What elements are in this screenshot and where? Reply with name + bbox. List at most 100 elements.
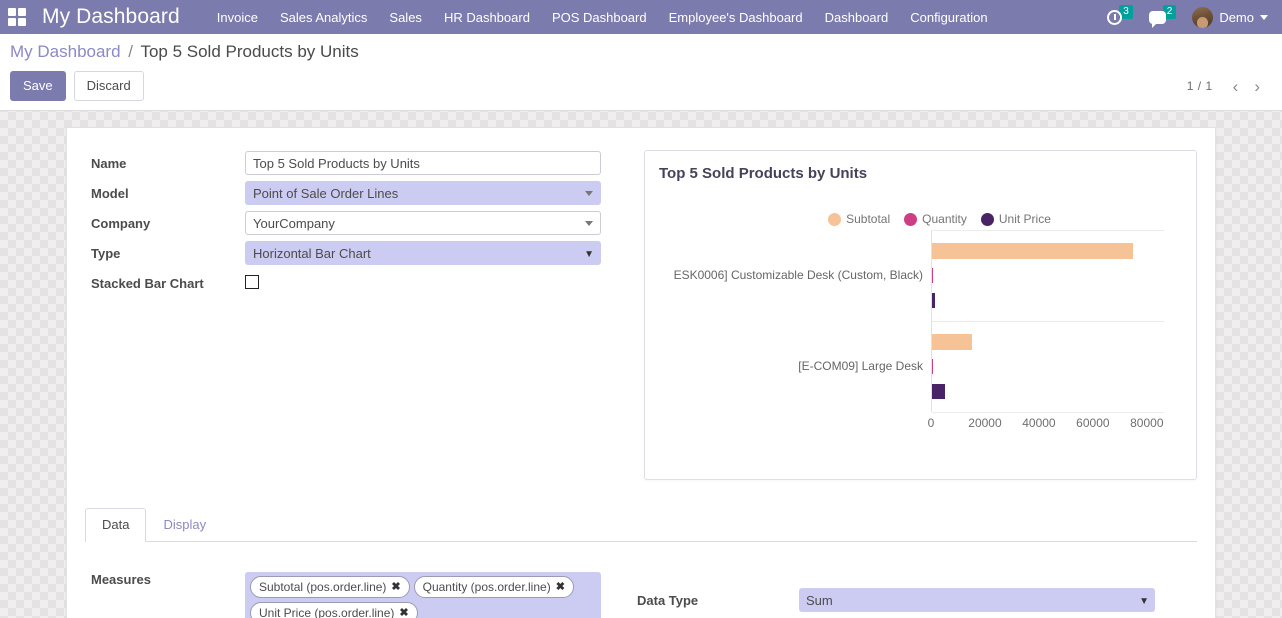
field-row-type: Type Horizontal Bar Chart ▼: [85, 240, 630, 266]
legend-item-unit-price[interactable]: Unit Price: [981, 212, 1051, 226]
field-row-model: Model Point of Sale Order Lines: [85, 180, 630, 206]
company-field-wrap: YourCompany: [245, 211, 601, 235]
data-type-select[interactable]: Sum ▼: [799, 588, 1155, 612]
breadcrumb-root[interactable]: My Dashboard: [10, 42, 121, 61]
measure-tag[interactable]: Quantity (pos.order.line) ✖: [414, 576, 574, 598]
stacked-bar-chart-label: Stacked Bar Chart: [85, 276, 245, 291]
model-field-wrap: Point of Sale Order Lines: [245, 181, 601, 205]
legend-label: Unit Price: [999, 212, 1051, 226]
breadcrumb: My Dashboard / Top 5 Sold Products by Un…: [10, 41, 1266, 63]
field-row-name: Name: [85, 150, 630, 176]
tab-display[interactable]: Display: [146, 508, 223, 542]
discard-button[interactable]: Discard: [74, 71, 144, 101]
chart-gridline: [932, 321, 1164, 322]
avatar: [1192, 7, 1213, 28]
legend-item-subtotal[interactable]: Subtotal: [828, 212, 890, 226]
x-axis-tick-label: 0: [928, 416, 935, 430]
clock-icon: [1107, 10, 1122, 25]
chart-bar: [932, 384, 945, 399]
legend-color-swatch: [904, 213, 917, 226]
menu-item-pos-dashboard[interactable]: POS Dashboard: [541, 2, 658, 33]
chart-bar: [932, 243, 1133, 258]
apps-grid-cell: [8, 18, 16, 26]
user-menu[interactable]: Demo: [1192, 7, 1268, 28]
measures-label: Measures: [85, 572, 245, 618]
chart-x-axis: 0 20000 40000 60000 80000: [931, 416, 1164, 436]
menu-item-employees-dashboard[interactable]: Employee's Dashboard: [658, 2, 814, 33]
brand-title[interactable]: My Dashboard: [42, 5, 180, 29]
company-select-value: YourCompany: [253, 216, 335, 231]
chart-bar: [932, 359, 933, 374]
category-label: [E-COM09] Large Desk: [798, 359, 923, 373]
name-field-wrap: [245, 151, 601, 175]
chart-bar: [932, 268, 933, 283]
company-select[interactable]: YourCompany: [245, 211, 601, 235]
pager-previous-button[interactable]: ‹: [1227, 78, 1245, 95]
chevron-down-icon: ▼: [584, 250, 594, 260]
breadcrumb-current: Top 5 Sold Products by Units: [140, 42, 358, 61]
apps-grid-cell: [18, 18, 26, 26]
stacked-field-wrap: [245, 275, 601, 292]
measure-tag-label: Subtotal (pos.order.line): [259, 578, 386, 596]
legend-label: Subtotal: [846, 212, 890, 226]
menu-item-configuration[interactable]: Configuration: [899, 2, 998, 33]
activities-menu[interactable]: 3: [1107, 10, 1133, 25]
menu-item-sales-analytics[interactable]: Sales Analytics: [269, 2, 378, 33]
tab-data[interactable]: Data: [85, 508, 146, 542]
tab-panel-data: Measures Subtotal (pos.order.line) ✖ Qua…: [85, 542, 1197, 618]
data-type-label: Data Type: [637, 593, 799, 608]
type-label: Type: [85, 246, 245, 261]
model-select[interactable]: Point of Sale Order Lines: [245, 181, 601, 205]
chart-card: Top 5 Sold Products by Units Subtotal Qu…: [644, 150, 1197, 480]
chart-category-labels: ESK0006] Customizable Desk (Custom, Blac…: [659, 230, 927, 412]
x-axis-tick-label: 80000: [1130, 416, 1163, 430]
remove-icon[interactable]: ✖: [399, 605, 408, 618]
chevron-down-icon: [585, 221, 593, 226]
form-fields-column: Name Model Point of Sale Order Lines: [85, 150, 630, 480]
legend-item-quantity[interactable]: Quantity: [904, 212, 967, 226]
data-type-group: Data Type Sum ▼: [637, 572, 1155, 618]
legend-label: Quantity: [922, 212, 967, 226]
measure-tag[interactable]: Subtotal (pos.order.line) ✖: [250, 576, 410, 598]
sheet-top-section: Name Model Point of Sale Order Lines: [67, 150, 1215, 480]
remove-icon[interactable]: ✖: [556, 579, 565, 596]
breadcrumb-separator: /: [128, 42, 133, 61]
apps-grid-icon[interactable]: [6, 6, 28, 28]
menu-item-hr-dashboard[interactable]: HR Dashboard: [433, 2, 541, 33]
control-panel: My Dashboard / Top 5 Sold Products by Un…: [0, 34, 1282, 111]
chart-plot: ESK0006] Customizable Desk (Custom, Blac…: [659, 230, 1180, 436]
notebook: Data Display Measures Subtotal (pos.orde…: [67, 508, 1215, 618]
apps-grid-cell: [18, 8, 26, 16]
chart-bar: [932, 293, 935, 308]
pager-next-button[interactable]: ›: [1248, 78, 1266, 95]
menu-item-invoice[interactable]: Invoice: [206, 2, 269, 33]
company-label: Company: [85, 216, 245, 231]
messaging-menu[interactable]: 2: [1149, 11, 1177, 24]
save-button[interactable]: Save: [10, 71, 66, 101]
chart-legend: Subtotal Quantity Unit Price: [699, 212, 1180, 226]
stacked-bar-chart-checkbox[interactable]: [245, 275, 259, 289]
name-input[interactable]: [245, 151, 601, 175]
measures-input[interactable]: Subtotal (pos.order.line) ✖ Quantity (po…: [245, 572, 601, 618]
menu-item-sales[interactable]: Sales: [378, 2, 433, 33]
field-row-company: Company YourCompany: [85, 210, 630, 236]
x-axis-tick-label: 20000: [968, 416, 1001, 430]
data-tab-row: Measures Subtotal (pos.order.line) ✖ Qua…: [85, 572, 1197, 618]
type-select[interactable]: Horizontal Bar Chart ▼: [245, 241, 601, 265]
pager: 1 / 1 ‹ ›: [1187, 78, 1266, 95]
user-name-label: Demo: [1219, 10, 1254, 25]
menu-item-dashboard[interactable]: Dashboard: [814, 2, 900, 33]
top-navbar: My Dashboard Invoice Sales Analytics Sal…: [0, 0, 1282, 34]
navbar-right-tools: 3 2 Demo: [1107, 7, 1272, 28]
pager-count: 1 / 1: [1187, 79, 1213, 93]
apps-grid-cell: [8, 8, 16, 16]
field-row-stacked: Stacked Bar Chart: [85, 270, 630, 296]
remove-icon[interactable]: ✖: [391, 579, 400, 596]
main-menu: Invoice Sales Analytics Sales HR Dashboa…: [206, 2, 999, 33]
type-select-value: Horizontal Bar Chart: [253, 246, 371, 261]
control-panel-actions: Save Discard 1 / 1 ‹ ›: [10, 71, 1266, 101]
x-axis-tick-label: 60000: [1076, 416, 1109, 430]
x-axis-tick-label: 40000: [1022, 416, 1055, 430]
legend-color-swatch: [981, 213, 994, 226]
measure-tag[interactable]: Unit Price (pos.order.line) ✖: [250, 602, 418, 618]
